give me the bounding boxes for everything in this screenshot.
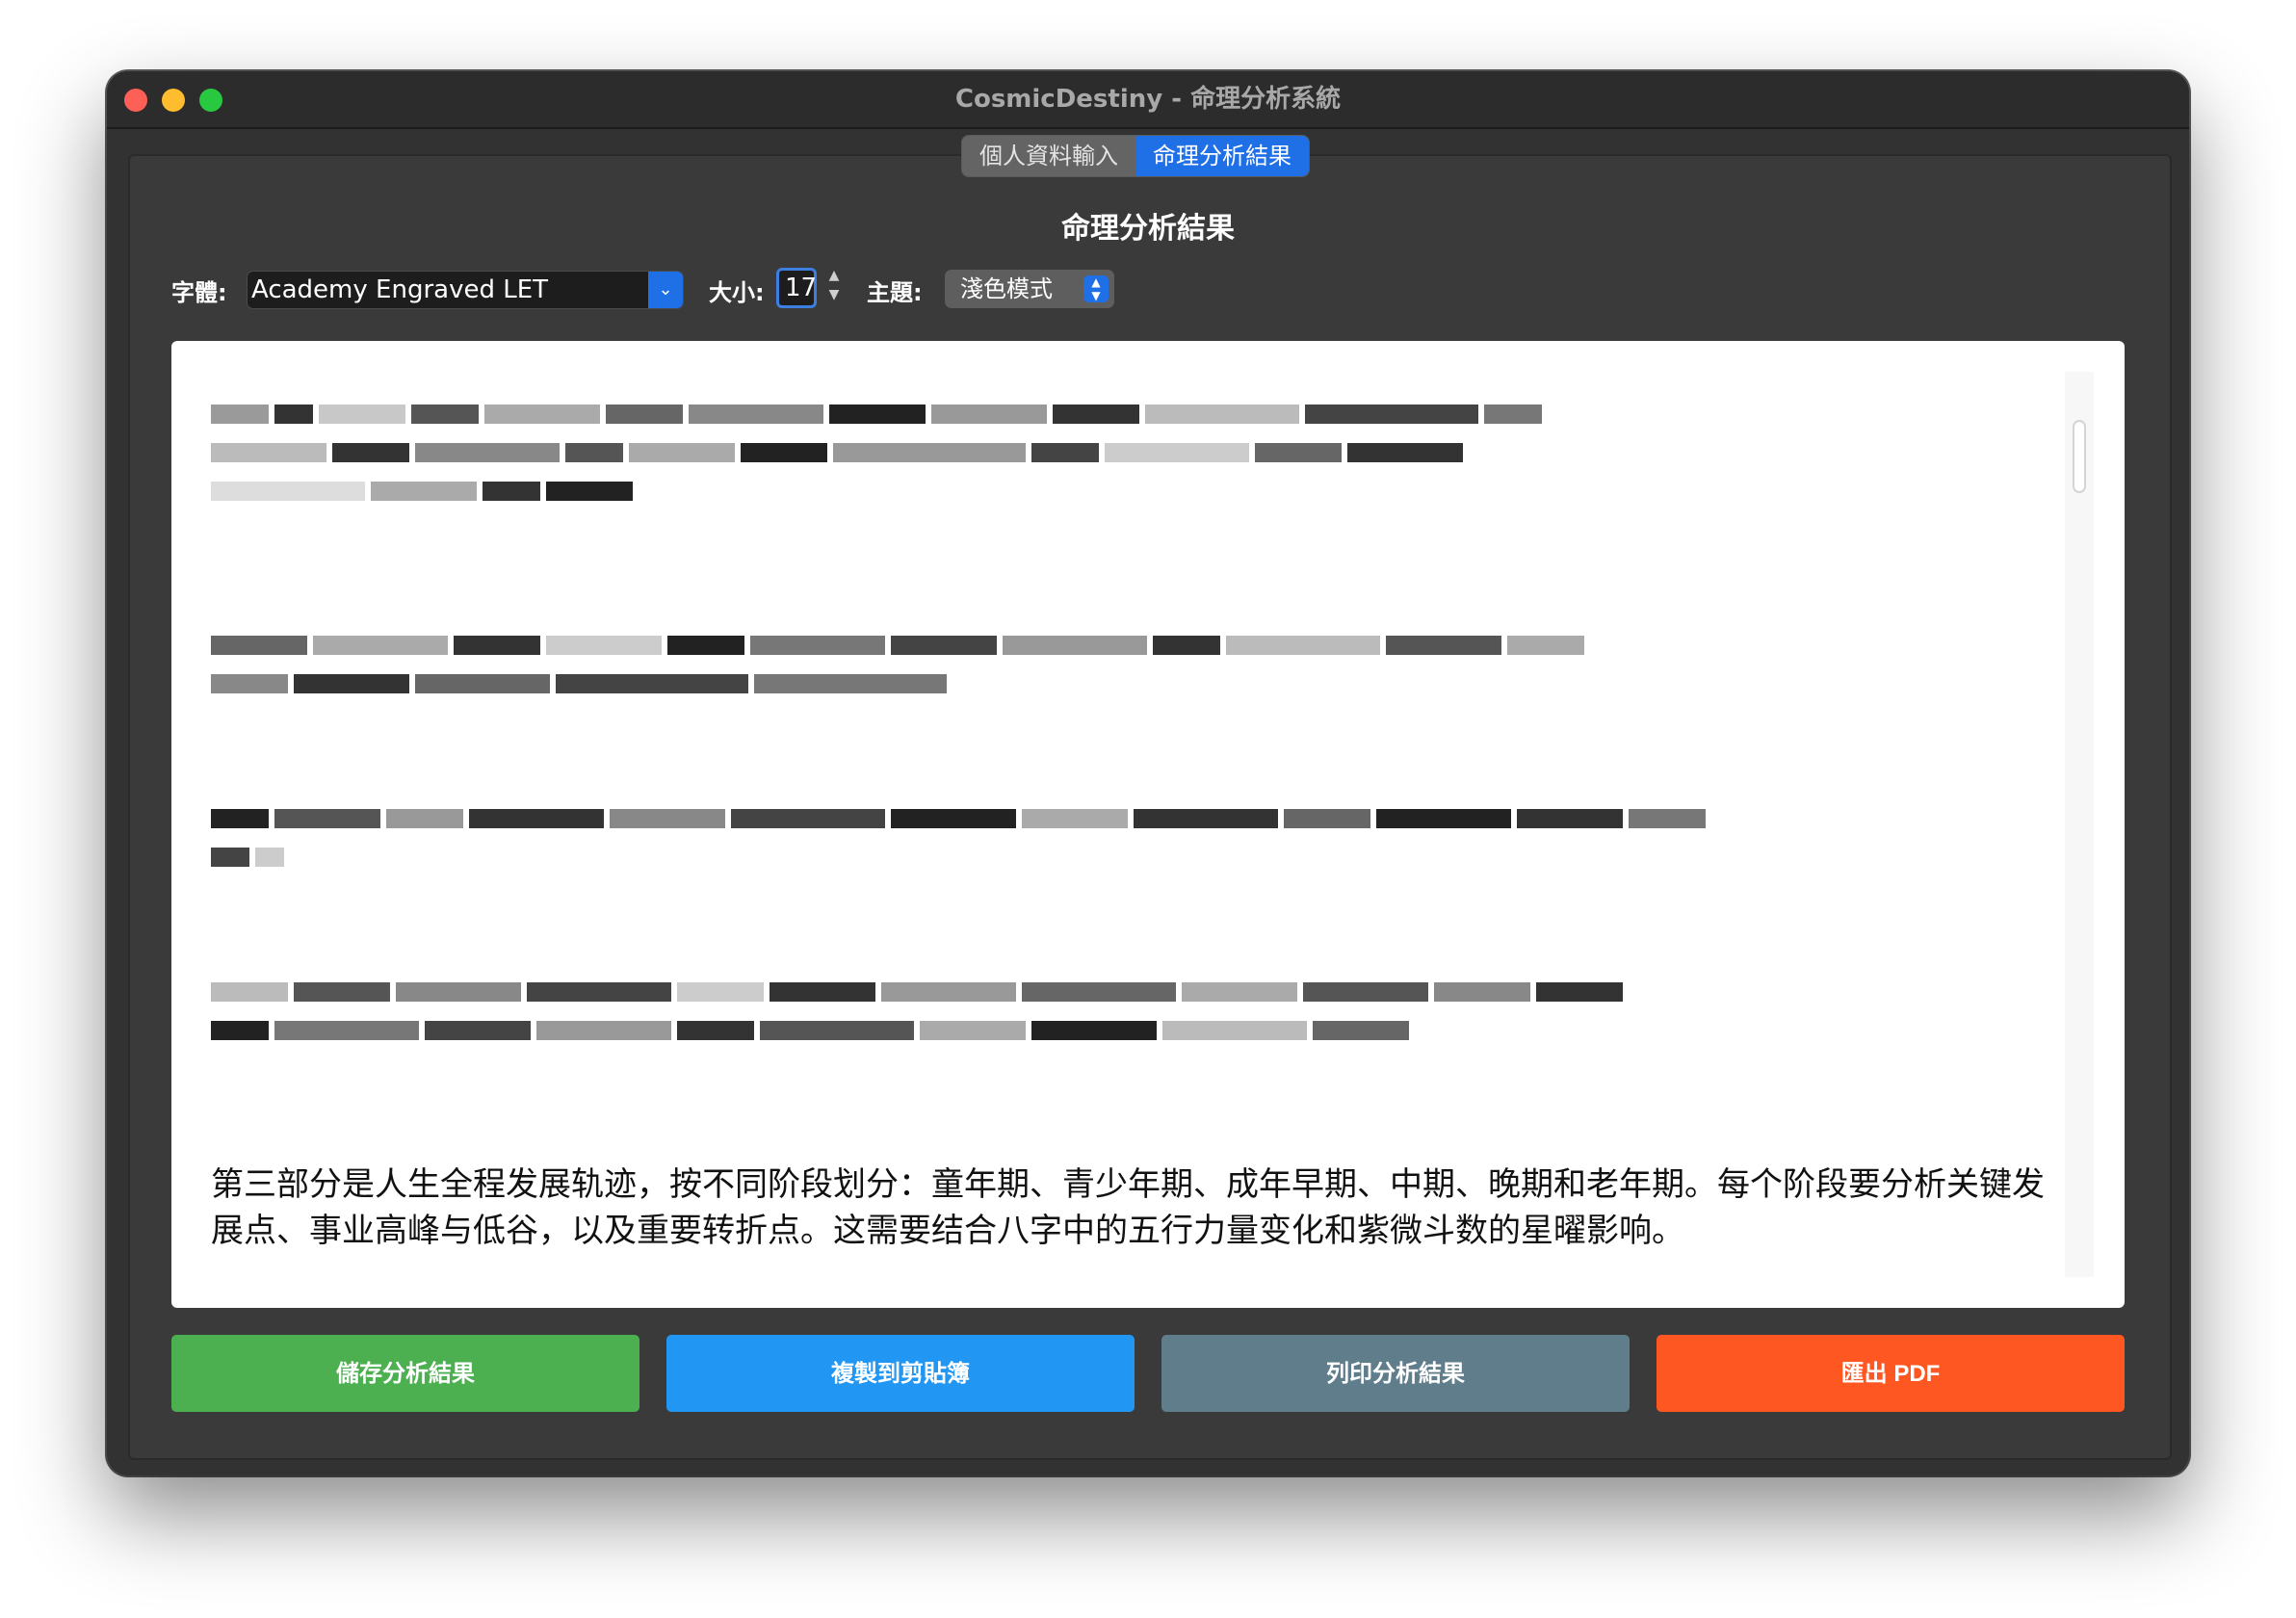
redacted-line xyxy=(211,1021,1623,1040)
chevron-down-icon[interactable]: ⌄ xyxy=(648,272,683,308)
stepper-down-icon[interactable]: ▼ xyxy=(823,285,845,304)
titlebar: CosmicDestiny - 命理分析系統 xyxy=(107,71,2189,129)
up-down-chevron-icon: ▲ ▼ xyxy=(1083,275,1109,302)
tab-bar: 個人資料輸入 命理分析結果 xyxy=(961,135,1310,177)
tab-analysis-result[interactable]: 命理分析結果 xyxy=(1135,136,1309,176)
stepper-up-icon[interactable]: ▲ xyxy=(823,266,845,285)
save-result-button[interactable]: 儲存分析結果 xyxy=(171,1335,639,1412)
vertical-scrollbar[interactable] xyxy=(2065,372,2094,1277)
theme-label: 主題: xyxy=(867,279,923,306)
copy-to-clipboard-button[interactable]: 複製到剪貼簿 xyxy=(666,1335,1135,1412)
font-combobox[interactable]: Academy Engraved LET ⌄ xyxy=(248,272,683,308)
redacted-paragraph-3 xyxy=(211,809,1706,886)
redacted-paragraph-1 xyxy=(211,404,1542,520)
size-label: 大小: xyxy=(709,279,765,306)
redacted-line xyxy=(211,482,1542,501)
redacted-line xyxy=(211,674,1584,693)
font-value: Academy Engraved LET xyxy=(251,275,549,304)
redacted-line xyxy=(211,848,1706,867)
window-title: CosmicDestiny - 命理分析系統 xyxy=(954,85,1342,114)
redacted-line xyxy=(211,982,1623,1002)
redacted-line xyxy=(211,404,1542,424)
scrollbar-thumb[interactable] xyxy=(2073,420,2086,493)
page-title: 命理分析結果 xyxy=(1061,212,1235,246)
redacted-line xyxy=(211,809,1706,828)
redacted-line xyxy=(211,443,1542,462)
font-label: 字體: xyxy=(171,279,227,306)
redacted-paragraph-4 xyxy=(211,982,1623,1059)
redacted-line xyxy=(211,636,1584,655)
theme-value: 淺色模式 xyxy=(960,275,1053,302)
tab-personal-info[interactable]: 個人資料輸入 xyxy=(962,136,1135,176)
result-paragraph: 第三部分是人生全程发展轨迹，按不同阶段划分：童年期、青少年期、成年早期、中期、晚… xyxy=(211,1165,2045,1250)
print-result-button[interactable]: 列印分析結果 xyxy=(1161,1335,1630,1412)
export-pdf-button[interactable]: 匯出 PDF xyxy=(1657,1335,2125,1412)
redacted-paragraph-2 xyxy=(211,636,1584,713)
size-stepper[interactable]: ▲ ▼ xyxy=(823,266,845,308)
theme-popup[interactable]: 淺色模式 ▲ ▼ xyxy=(945,270,1114,308)
font-size-input[interactable]: 17 xyxy=(776,268,817,308)
